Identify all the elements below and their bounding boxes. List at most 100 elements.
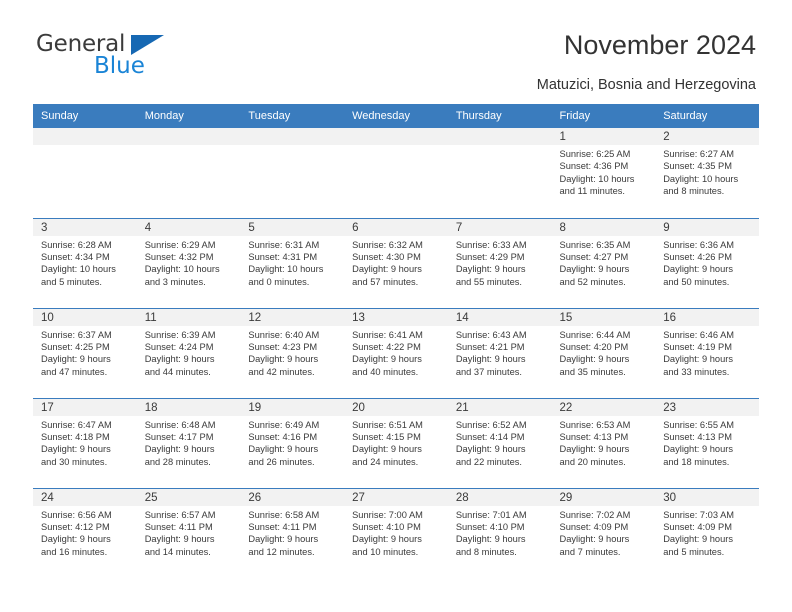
day-daylight-text: Daylight: 9 hours <box>352 264 422 275</box>
day-number: 21 <box>447 398 552 416</box>
day-daylight-cont-text: and 8 minutes. <box>663 186 725 197</box>
calendar-day-cell[interactable]: 24 Sunrise: 6:56 AM Sunset: 4:12 PM Dayligh… <box>33 487 137 578</box>
day-details: Sunrise: 6:28 AM Sunset: 4:34 PM Daylight:… <box>33 236 137 289</box>
calendar-day-cell[interactable]: 17 Sunrise: 6:47 AM Sunset: 4:18 PM Dayligh… <box>33 397 137 488</box>
day-sunrise-text: Sunrise: 6:55 AM <box>663 419 735 430</box>
logo-text-blue: Blue <box>94 53 145 79</box>
day-daylight-text: Daylight: 9 hours <box>455 444 526 455</box>
calendar-day-cell[interactable]: 28 Sunrise: 7:01 AM Sunset: 4:10 PM Dayligh… <box>447 487 552 578</box>
day-daylight-cont-text: and 11 minutes. <box>559 186 625 197</box>
weekday-header-friday: Friday <box>551 104 656 128</box>
day-daylight-text: Daylight: 10 hours <box>248 264 324 275</box>
day-number <box>447 128 552 145</box>
calendar-day-cell-empty <box>240 128 345 218</box>
calendar-day-cell[interactable]: 18 Sunrise: 6:48 AM Sunset: 4:17 PM Dayligh… <box>136 397 241 488</box>
day-daylight-text: Daylight: 9 hours <box>41 354 111 365</box>
page-subtitle: Matuzici, Bosnia and Herzegovina <box>536 77 756 93</box>
calendar-day-cell[interactable]: 10 Sunrise: 6:37 AM Sunset: 4:25 PM Dayligh… <box>33 307 137 398</box>
calendar-day-cell[interactable]: 5 Sunrise: 6:31 AM Sunset: 4:31 PM Daylight… <box>240 217 345 308</box>
calendar-day-cell[interactable]: 22 Sunrise: 6:53 AM Sunset: 4:13 PM Dayligh… <box>551 397 656 488</box>
day-details: Sunrise: 7:03 AM Sunset: 4:09 PM Daylight:… <box>655 506 759 559</box>
day-daylight-cont-text: and 3 minutes. <box>144 276 206 287</box>
day-sunset-text: Sunset: 4:34 PM <box>41 251 110 262</box>
calendar-day-cell[interactable]: 9 Sunrise: 6:36 AM Sunset: 4:26 PM Daylight… <box>655 217 759 308</box>
generalblue-logo[interactable]: General Blue <box>36 33 236 85</box>
day-sunset-text: Sunset: 4:13 PM <box>559 431 629 442</box>
day-sunset-text: Sunset: 4:18 PM <box>41 431 110 442</box>
day-daylight-cont-text: and 52 minutes. <box>559 276 626 287</box>
day-number: 11 <box>136 308 241 326</box>
calendar-day-cell[interactable]: 19 Sunrise: 6:49 AM Sunset: 4:16 PM Dayligh… <box>240 397 345 488</box>
day-daylight-cont-text: and 10 minutes. <box>352 546 419 557</box>
calendar-day-cell[interactable]: 15 Sunrise: 6:44 AM Sunset: 4:20 PM Dayligh… <box>551 307 656 398</box>
calendar-day-cell[interactable]: 16 Sunrise: 6:46 AM Sunset: 4:19 PM Dayligh… <box>655 307 759 398</box>
day-daylight-text: Daylight: 9 hours <box>144 354 215 365</box>
day-number: 4 <box>136 218 241 236</box>
weekday-header-saturday: Saturday <box>655 104 759 128</box>
day-number: 25 <box>136 488 241 506</box>
calendar-day-cell[interactable]: 12 Sunrise: 6:40 AM Sunset: 4:23 PM Dayligh… <box>240 307 345 398</box>
day-sunrise-text: Sunrise: 6:40 AM <box>248 329 320 340</box>
calendar-day-cell[interactable]: 4 Sunrise: 6:29 AM Sunset: 4:32 PM Daylight… <box>136 217 241 308</box>
calendar-day-cell[interactable]: 20 Sunrise: 6:51 AM Sunset: 4:15 PM Dayligh… <box>344 397 448 488</box>
weekday-header-sunday: Sunday <box>33 104 137 128</box>
day-daylight-cont-text: and 42 minutes. <box>248 366 315 377</box>
calendar-day-cell[interactable]: 6 Sunrise: 6:32 AM Sunset: 4:30 PM Daylight… <box>344 217 448 308</box>
day-number: 29 <box>551 488 656 506</box>
calendar-day-cell[interactable]: 14 Sunrise: 6:43 AM Sunset: 4:21 PM Dayligh… <box>447 307 552 398</box>
day-daylight-cont-text: and 0 minutes. <box>248 276 310 287</box>
calendar-day-cell[interactable]: 25 Sunrise: 6:57 AM Sunset: 4:11 PM Dayligh… <box>136 487 241 578</box>
day-sunset-text: Sunset: 4:10 PM <box>352 521 421 532</box>
page-title: November 2024 <box>563 30 756 60</box>
day-number: 15 <box>551 308 656 326</box>
day-number: 6 <box>344 218 448 236</box>
day-daylight-cont-text: and 30 minutes. <box>41 456 108 467</box>
calendar-table: Sunday Monday Tuesday Wednesday Thursday… <box>33 104 759 578</box>
weekday-header-thursday: Thursday <box>447 104 552 128</box>
day-sunset-text: Sunset: 4:15 PM <box>352 431 421 442</box>
calendar-day-cell[interactable]: 8 Sunrise: 6:35 AM Sunset: 4:27 PM Daylight… <box>551 217 656 308</box>
day-details: Sunrise: 6:57 AM Sunset: 4:11 PM Daylight:… <box>137 506 241 559</box>
weekday-header-monday: Monday <box>136 104 241 128</box>
day-number: 9 <box>655 218 759 236</box>
day-daylight-cont-text: and 14 minutes. <box>144 546 211 557</box>
calendar-day-cell[interactable]: 30 Sunrise: 7:03 AM Sunset: 4:09 PM Dayligh… <box>655 487 759 578</box>
calendar-day-cell[interactable]: 27 Sunrise: 7:00 AM Sunset: 4:10 PM Dayligh… <box>344 487 448 578</box>
day-daylight-cont-text: and 35 minutes. <box>559 366 626 377</box>
day-sunset-text: Sunset: 4:21 PM <box>455 341 525 352</box>
day-number: 22 <box>551 398 656 416</box>
calendar-week-row: 24 Sunrise: 6:56 AM Sunset: 4:12 PM Dayligh… <box>33 487 759 578</box>
day-daylight-cont-text: and 18 minutes. <box>663 456 730 467</box>
calendar-day-cell[interactable]: 21 Sunrise: 6:52 AM Sunset: 4:14 PM Dayligh… <box>447 397 552 488</box>
day-sunrise-text: Sunrise: 6:27 AM <box>663 149 735 159</box>
day-number: 1 <box>551 128 656 145</box>
day-number: 24 <box>33 488 137 506</box>
calendar-day-cell[interactable]: 26 Sunrise: 6:58 AM Sunset: 4:11 PM Dayligh… <box>240 487 345 578</box>
day-details: Sunrise: 6:29 AM Sunset: 4:32 PM Daylight:… <box>137 236 241 289</box>
day-details: Sunrise: 7:00 AM Sunset: 4:10 PM Daylight:… <box>344 506 448 559</box>
day-daylight-text: Daylight: 9 hours <box>352 354 422 365</box>
day-sunset-text: Sunset: 4:19 PM <box>663 341 732 352</box>
day-sunrise-text: Sunrise: 6:33 AM <box>455 239 527 250</box>
calendar-day-cell[interactable]: 1 Sunrise: 6:25 AM Sunset: 4:36 PM Daylight… <box>551 128 656 218</box>
calendar-day-cell[interactable]: 23 Sunrise: 6:55 AM Sunset: 4:13 PM Dayligh… <box>655 397 759 488</box>
day-daylight-cont-text: and 5 minutes. <box>41 276 102 287</box>
day-details: Sunrise: 6:39 AM Sunset: 4:24 PM Daylight:… <box>137 326 241 379</box>
day-sunset-text: Sunset: 4:31 PM <box>248 251 318 262</box>
calendar-day-cell[interactable]: 29 Sunrise: 7:02 AM Sunset: 4:09 PM Dayligh… <box>551 487 656 578</box>
day-number: 26 <box>240 488 345 506</box>
calendar-day-cell-empty <box>344 128 448 218</box>
calendar-day-cell[interactable]: 3 Sunrise: 6:28 AM Sunset: 4:34 PM Daylight… <box>33 217 137 308</box>
calendar-page: General Blue November 2024 Matuzici, Bos… <box>0 0 792 612</box>
day-number: 16 <box>655 308 759 326</box>
day-daylight-text: Daylight: 9 hours <box>41 444 111 455</box>
day-daylight-text: Daylight: 9 hours <box>144 534 215 545</box>
calendar-day-cell[interactable]: 2 Sunrise: 6:27 AM Sunset: 4:35 PM Daylight… <box>655 128 759 218</box>
day-sunrise-text: Sunrise: 6:56 AM <box>41 509 112 520</box>
day-sunset-text: Sunset: 4:09 PM <box>559 521 629 532</box>
calendar-day-cell[interactable]: 13 Sunrise: 6:41 AM Sunset: 4:22 PM Dayligh… <box>344 307 448 398</box>
calendar-day-cell[interactable]: 7 Sunrise: 6:33 AM Sunset: 4:29 PM Daylight… <box>447 217 552 308</box>
day-daylight-text: Daylight: 9 hours <box>455 264 526 275</box>
calendar-week-row: 3 Sunrise: 6:28 AM Sunset: 4:34 PM Daylight… <box>33 217 759 308</box>
calendar-day-cell[interactable]: 11 Sunrise: 6:39 AM Sunset: 4:24 PM Dayligh… <box>136 307 241 398</box>
